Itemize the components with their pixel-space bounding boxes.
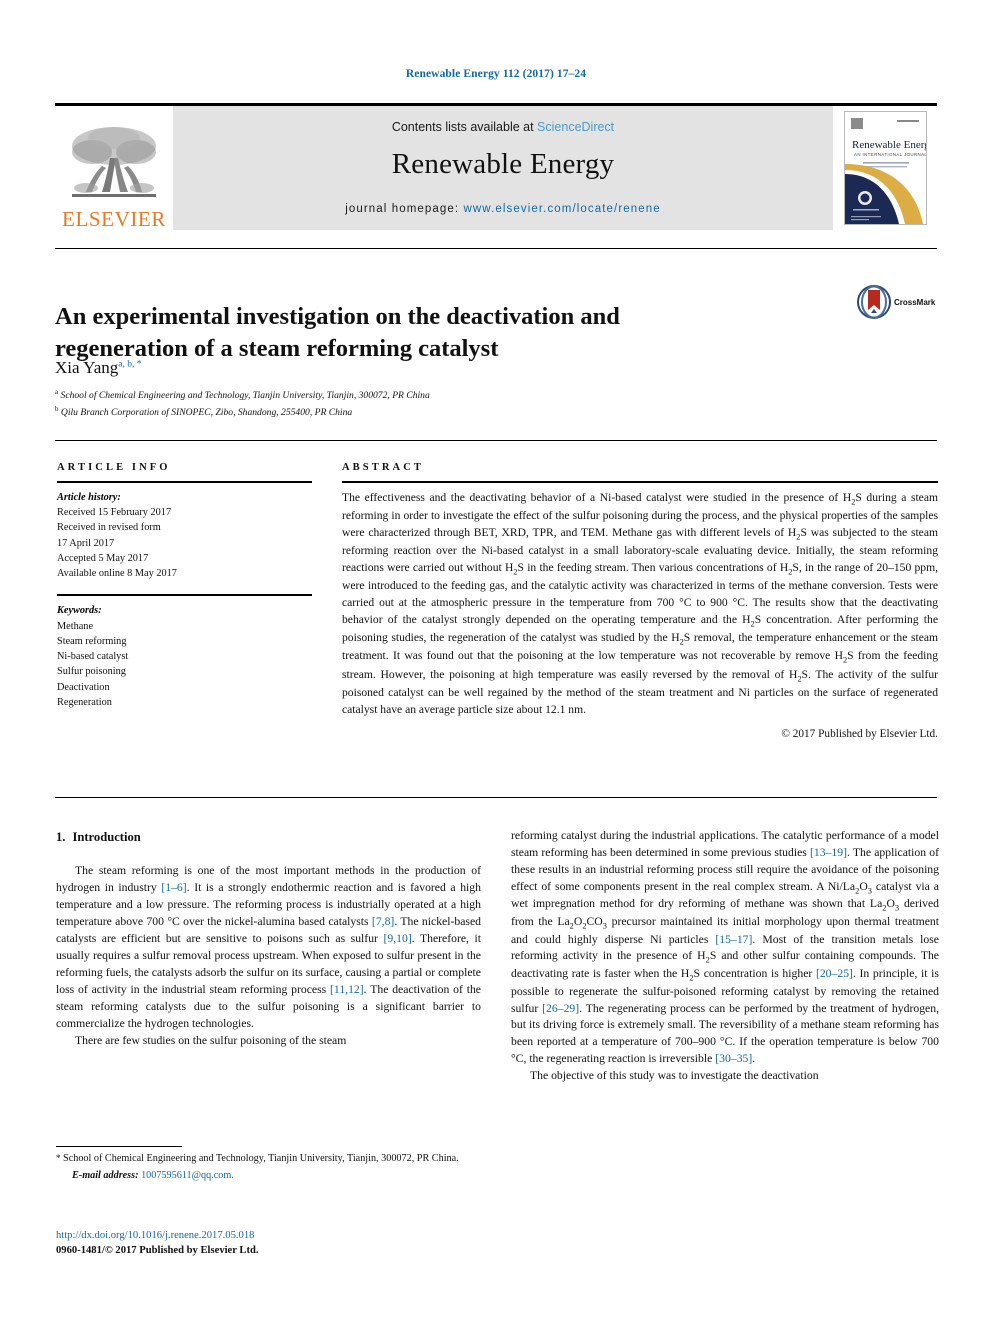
footnote-address-line: * School of Chemical Engineering and Tec…: [56, 1152, 481, 1166]
journal-title: Renewable Energy: [391, 148, 615, 180]
email-address-link[interactable]: 1007595611@qq.com.: [141, 1170, 234, 1181]
svg-text:Renewable Energy: Renewable Energy: [852, 139, 926, 151]
section-number: 1.: [56, 830, 66, 844]
intro-paragraph-1: The steam reforming is one of the most i…: [56, 864, 481, 1030]
keyword-item: Sulfur poisoning: [57, 666, 126, 678]
history-received: Received 15 February 2017: [57, 507, 172, 519]
crossmark-label: CrossMark: [894, 297, 936, 307]
abstract-copyright: © 2017 Published by Elsevier Ltd.: [781, 727, 938, 740]
issn-copyright-line: 0960-1481/© 2017 Published by Elsevier L…: [56, 1245, 259, 1257]
body-column-right: reforming catalyst during the industrial…: [511, 828, 939, 1085]
article-info-rule: [57, 481, 312, 483]
footnote-divider: [56, 1146, 182, 1147]
info-divider-top: [55, 440, 937, 441]
article-info-column: ARTICLE INFO Article history: Received 1…: [57, 462, 312, 710]
intro-paragraph-4: The objective of this study was to inves…: [530, 1069, 819, 1083]
section-heading-introduction: 1. Introduction: [56, 828, 481, 846]
section-title: Introduction: [72, 830, 141, 844]
keyword-item: Steam reforming: [57, 635, 127, 647]
keywords-label: Keywords:: [57, 605, 102, 617]
history-revised-label: Received in revised form: [57, 522, 161, 534]
affiliation-list: a School of Chemical Engineering and Tec…: [55, 387, 755, 420]
affiliation-b: b Qilu Branch Corporation of SINOPEC, Zi…: [55, 404, 755, 421]
article-history-label: Article history:: [57, 492, 121, 503]
abstract-heading: ABSTRACT: [342, 462, 424, 473]
info-divider-bottom: [55, 797, 937, 798]
elsevier-logo: ELSEVIER: [55, 106, 173, 230]
footnote-address: School of Chemical Engineering and Techn…: [63, 1153, 459, 1164]
affiliation-a-text: School of Chemical Engineering and Techn…: [60, 390, 430, 402]
contents-available-line: Contents lists available at ScienceDirec…: [173, 120, 833, 134]
author-list: Xia Yanga, b, *: [55, 358, 142, 378]
journal-homepage-line: journal homepage: www.elsevier.com/locat…: [173, 203, 833, 215]
elsevier-tree-icon: [72, 127, 156, 197]
intro-paragraph-3: reforming catalyst during the industrial…: [511, 829, 940, 1066]
running-head: Renewable Energy 112 (2017) 17–24: [405, 68, 587, 80]
history-accepted: Accepted 5 May 2017: [57, 552, 149, 564]
abstract-text: The effectiveness and the deactivating b…: [342, 491, 939, 716]
journal-cover-cell: Renewable Energy AN INTERNATIONAL JOURNA…: [833, 106, 937, 230]
intro-paragraph-2: There are few studies on the sulfur pois…: [75, 1033, 347, 1047]
keywords-rule: [57, 594, 312, 597]
masthead-band: Contents lists available at ScienceDirec…: [173, 106, 833, 230]
keyword-item: Regeneration: [57, 696, 112, 708]
page-footer: http://dx.doi.org/10.1016/j.renene.2017.…: [56, 1228, 481, 1259]
sciencedirect-link[interactable]: ScienceDirect: [537, 120, 614, 134]
affiliation-b-text: Qilu Branch Corporation of SINOPEC, Zibo…: [60, 406, 353, 418]
keyword-item: Methane: [57, 620, 94, 632]
homepage-label: journal homepage:: [345, 203, 460, 215]
corresponding-author-footnote: * School of Chemical Engineering and Tec…: [56, 1152, 481, 1184]
affiliation-b-mark: b: [55, 404, 59, 413]
title-divider: [55, 248, 937, 249]
affiliation-a-mark: a: [55, 388, 59, 396]
abstract-rule: [342, 481, 938, 483]
footnote-email-line: E-mail address: 1007595611@qq.com.: [56, 1169, 481, 1183]
svg-text:AN INTERNATIONAL JOURNAL: AN INTERNATIONAL JOURNAL: [854, 152, 926, 157]
page-title: An experimental investigation on the dea…: [55, 303, 620, 362]
author-name: Xia Yang: [55, 358, 119, 377]
crossmark-badge[interactable]: CrossMark: [857, 285, 943, 319]
author-affiliation-marks: a, b, *: [118, 359, 142, 370]
keywords-block: Keywords: Methane Steam reforming Ni-bas…: [57, 594, 312, 710]
homepage-url-link[interactable]: www.elsevier.com/locate/renene: [463, 203, 660, 215]
cover-artwork-icon: Renewable Energy AN INTERNATIONAL JOURNA…: [844, 112, 926, 224]
article-info-heading: ARTICLE INFO: [57, 462, 171, 473]
email-label: E-mail address:: [72, 1170, 139, 1182]
affiliation-a: a School of Chemical Engineering and Tec…: [55, 387, 755, 404]
history-revised-date: 17 April 2017: [57, 537, 115, 549]
crossmark-icon: [857, 285, 891, 319]
journal-cover-thumbnail[interactable]: Renewable Energy AN INTERNATIONAL JOURNA…: [843, 111, 927, 225]
abstract-column: ABSTRACT The effectiveness and the deact…: [342, 462, 938, 740]
footnote-star-marker: *: [56, 1153, 61, 1163]
keyword-item: Deactivation: [57, 681, 110, 693]
elsevier-wordmark: ELSEVIER: [62, 207, 166, 231]
contents-prefix: Contents lists available at: [391, 120, 538, 134]
paper-page: Renewable Energy 112 (2017) 17–24 ELSEVI…: [0, 0, 992, 1323]
history-online: Available online 8 May 2017: [57, 568, 177, 580]
keyword-item: Ni-based catalyst: [57, 651, 129, 663]
journal-masthead: ELSEVIER Contents lists available at Sci…: [55, 103, 937, 230]
body-column-left: 1. Introduction The steam reforming is on…: [56, 828, 481, 1050]
doi-link[interactable]: http://dx.doi.org/10.1016/j.renene.2017.…: [56, 1228, 481, 1243]
